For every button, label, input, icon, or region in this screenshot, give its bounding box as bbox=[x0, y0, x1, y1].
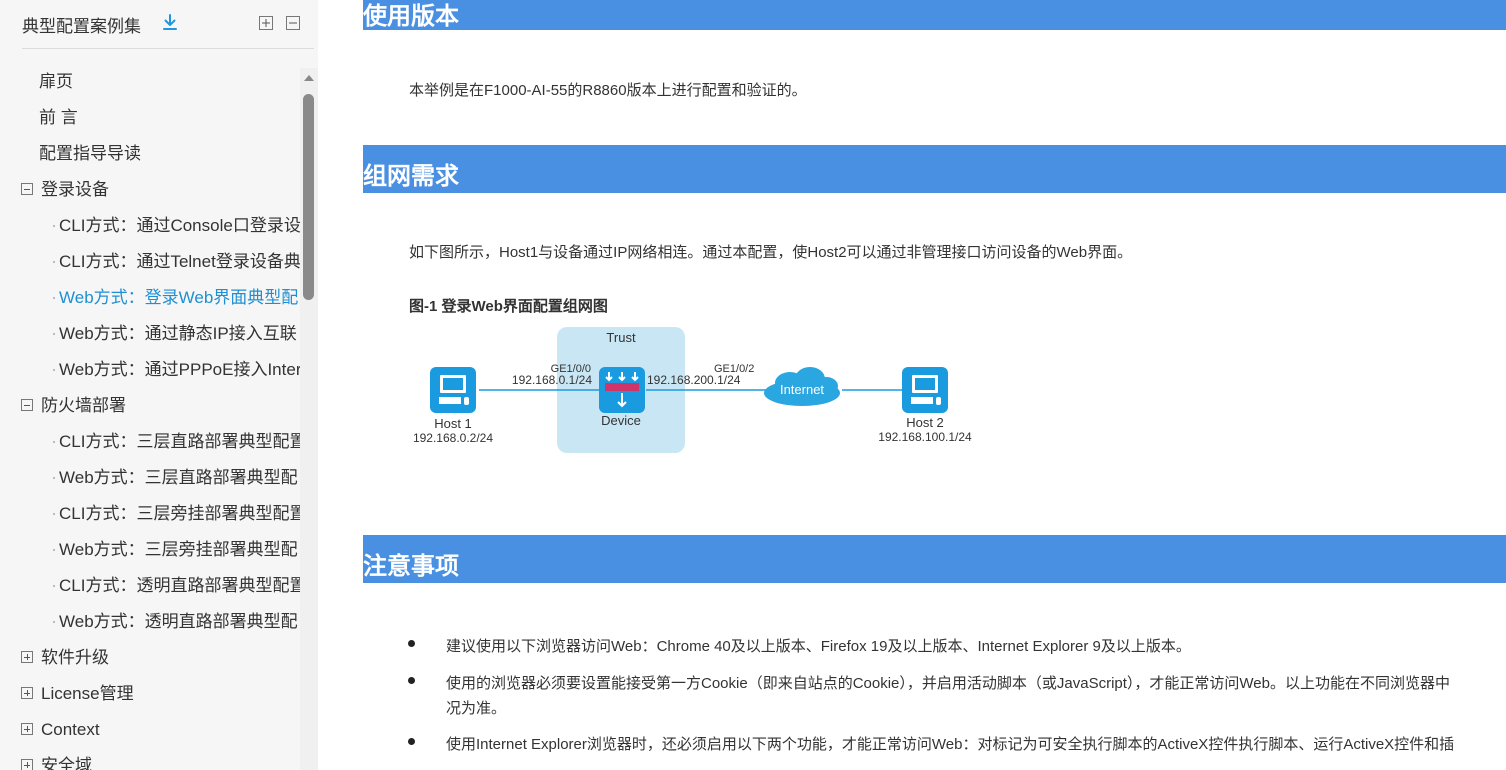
toc-item[interactable]: CLI方式：通过Console口登录设 bbox=[0, 208, 300, 244]
toc-item-label: 软件升级 bbox=[41, 648, 109, 667]
toc-item-label: 扉页 bbox=[39, 72, 73, 91]
toc-item-title-page[interactable]: 扉页 bbox=[0, 64, 300, 100]
expand-toggle-icon[interactable] bbox=[21, 723, 33, 735]
host1-ip: 192.168.0.2/24 bbox=[413, 431, 493, 445]
toc-item-label: Web方式：登录Web界面典型配 bbox=[59, 288, 299, 307]
toc-item-label: Web方式：通过静态IP接入互联 bbox=[59, 324, 297, 343]
port1-ip: 192.168.0.1/24 bbox=[512, 373, 592, 387]
section-header-network: 组网需求 bbox=[363, 145, 1506, 193]
toc-group-upgrade[interactable]: 软件升级 bbox=[0, 640, 300, 676]
toc-item-label: Web方式：三层直路部署典型配 bbox=[59, 468, 298, 487]
network-paragraph: 如下图所示，Host1与设备通过IP网络相连。通过本配置，使Host2可以通过非… bbox=[409, 244, 1133, 261]
bullet-dot bbox=[53, 261, 55, 263]
toc-item[interactable]: Web方式：通过静态IP接入互联 bbox=[0, 316, 300, 352]
toc-item[interactable]: CLI方式：三层直路部署典型配置 bbox=[0, 424, 300, 460]
bullet-marker bbox=[408, 640, 415, 647]
bullet-dot bbox=[53, 225, 55, 227]
collapse-all-icon[interactable] bbox=[286, 16, 300, 30]
note-item: 建议使用以下浏览器访问Web：Chrome 40及以上版本、Firefox 19… bbox=[446, 638, 1191, 655]
toc-group-firewall[interactable]: 防火墙部署 bbox=[0, 388, 300, 424]
bullet-dot bbox=[53, 549, 55, 551]
toc-group-license[interactable]: License管理 bbox=[0, 676, 300, 712]
expand-toggle-icon[interactable] bbox=[21, 651, 33, 663]
expand-all-icon[interactable] bbox=[259, 16, 273, 30]
toc-item[interactable]: CLI方式：透明直路部署典型配置 bbox=[0, 568, 300, 604]
bullet-dot bbox=[53, 333, 55, 335]
toc-item-label: CLI方式：透明直路部署典型配置 bbox=[59, 576, 300, 595]
toc-item-label: 安全域 bbox=[41, 756, 92, 770]
sidebar-scrollbar[interactable] bbox=[300, 68, 318, 770]
toc-item[interactable]: Web方式：通过PPPoE接入Inter bbox=[0, 352, 300, 388]
toc-group-context[interactable]: Context bbox=[0, 712, 300, 748]
toc-item[interactable]: CLI方式：通过Telnet登录设备典 bbox=[0, 244, 300, 280]
toc-item-label: CLI方式：三层旁挂部署典型配置 bbox=[59, 504, 300, 523]
network-diagram: Trust Host 1 192.168.0.2/24 Device GE1/0… bbox=[413, 327, 972, 453]
toc-item-label: CLI方式：通过Console口登录设 bbox=[59, 216, 300, 235]
download-icon[interactable] bbox=[162, 14, 178, 32]
toc-item[interactable]: Web方式：三层旁挂部署典型配 bbox=[0, 532, 300, 568]
bullet-marker bbox=[408, 677, 415, 684]
toc-group-login[interactable]: 登录设备 bbox=[0, 172, 300, 208]
toc-group-security-zone[interactable]: 安全域 bbox=[0, 748, 300, 770]
toc-item-active[interactable]: Web方式：登录Web界面典型配 bbox=[0, 280, 300, 316]
toc-item-label: CLI方式：通过Telnet登录设备典 bbox=[59, 252, 300, 271]
toc-item-label: Web方式：透明直路部署典型配 bbox=[59, 612, 298, 631]
note-item: 使用Internet Explorer浏览器时，还必须启用以下两个功能，才能正常… bbox=[446, 736, 1455, 753]
toc-item-label: Web方式：通过PPPoE接入Inter bbox=[59, 360, 300, 379]
collapse-toggle-icon[interactable] bbox=[21, 399, 33, 411]
toc-item-label: Web方式：三层旁挂部署典型配 bbox=[59, 540, 298, 559]
host2-label: Host 2 bbox=[906, 415, 944, 430]
note-item: 使用的浏览器必须要设置能接受第一方Cookie（即来自站点的Cookie），并启… bbox=[446, 675, 1450, 692]
toc-item-label: 防火墙部署 bbox=[41, 396, 126, 415]
scroll-up-arrow-icon[interactable] bbox=[304, 75, 314, 81]
sidebar-header: 典型配置案例集 bbox=[22, 10, 314, 49]
section-heading: 组网需求 bbox=[363, 163, 459, 190]
figure-title: 图-1 登录Web界面配置组网图 bbox=[409, 298, 608, 315]
section-header-notes: 注意事项 bbox=[363, 535, 1506, 583]
port2-ip: 192.168.200.1/24 bbox=[647, 373, 741, 387]
version-paragraph: 本举例是在F1000-AI-55的R8860版本上进行配置和验证的。 bbox=[409, 82, 807, 99]
section-heading: 注意事项 bbox=[363, 553, 459, 580]
bullet-dot bbox=[53, 621, 55, 623]
trust-zone-label: Trust bbox=[606, 330, 636, 345]
bullet-dot bbox=[53, 441, 55, 443]
sidebar: 典型配置案例集 扉页 前 言 配置指导导读 登录设备 CLI方式：通过Conso… bbox=[0, 0, 318, 770]
collapse-toggle-icon[interactable] bbox=[21, 183, 33, 195]
host1-label: Host 1 bbox=[434, 416, 472, 431]
note-item-continuation: 况为准。 bbox=[446, 700, 507, 717]
sidebar-title: 典型配置案例集 bbox=[22, 17, 141, 36]
toc-item-label: License管理 bbox=[41, 684, 134, 703]
expand-toggle-icon[interactable] bbox=[21, 759, 33, 770]
toc-item-label: CLI方式：三层直路部署典型配置 bbox=[59, 432, 300, 451]
toc-item-label: 前 言 bbox=[39, 108, 78, 127]
bullet-dot bbox=[53, 477, 55, 479]
bullet-dot bbox=[53, 369, 55, 371]
toc-item-label: 配置指导导读 bbox=[39, 144, 141, 163]
main-content: 使用版本 本举例是在F1000-AI-55的R8860版本上进行配置和验证的。 … bbox=[318, 0, 1506, 770]
host1-icon bbox=[430, 367, 476, 413]
bullet-dot bbox=[53, 297, 55, 299]
bullet-marker bbox=[408, 738, 415, 745]
expand-toggle-icon[interactable] bbox=[21, 687, 33, 699]
bullet-dot bbox=[53, 585, 55, 587]
toc-item-label: Context bbox=[41, 720, 100, 739]
section-header-version: 使用版本 bbox=[363, 0, 1506, 30]
section-heading: 使用版本 bbox=[363, 3, 459, 30]
toc-item[interactable]: Web方式：透明直路部署典型配 bbox=[0, 604, 300, 640]
toc-item-label: 登录设备 bbox=[41, 180, 109, 199]
internet-label: Internet bbox=[780, 382, 824, 397]
host2-icon bbox=[902, 367, 948, 413]
device-label: Device bbox=[601, 413, 641, 428]
firewall-device-icon bbox=[599, 367, 645, 413]
scroll-thumb[interactable] bbox=[303, 94, 314, 300]
toc-item-preface[interactable]: 前 言 bbox=[0, 100, 300, 136]
toc-item-guide[interactable]: 配置指导导读 bbox=[0, 136, 300, 172]
toc-item[interactable]: CLI方式：三层旁挂部署典型配置 bbox=[0, 496, 300, 532]
toc-tree: 扉页 前 言 配置指导导读 登录设备 CLI方式：通过Console口登录设 C… bbox=[0, 64, 300, 770]
toc-item[interactable]: Web方式：三层直路部署典型配 bbox=[0, 460, 300, 496]
host2-ip: 192.168.100.1/24 bbox=[878, 430, 972, 444]
bullet-dot bbox=[53, 513, 55, 515]
